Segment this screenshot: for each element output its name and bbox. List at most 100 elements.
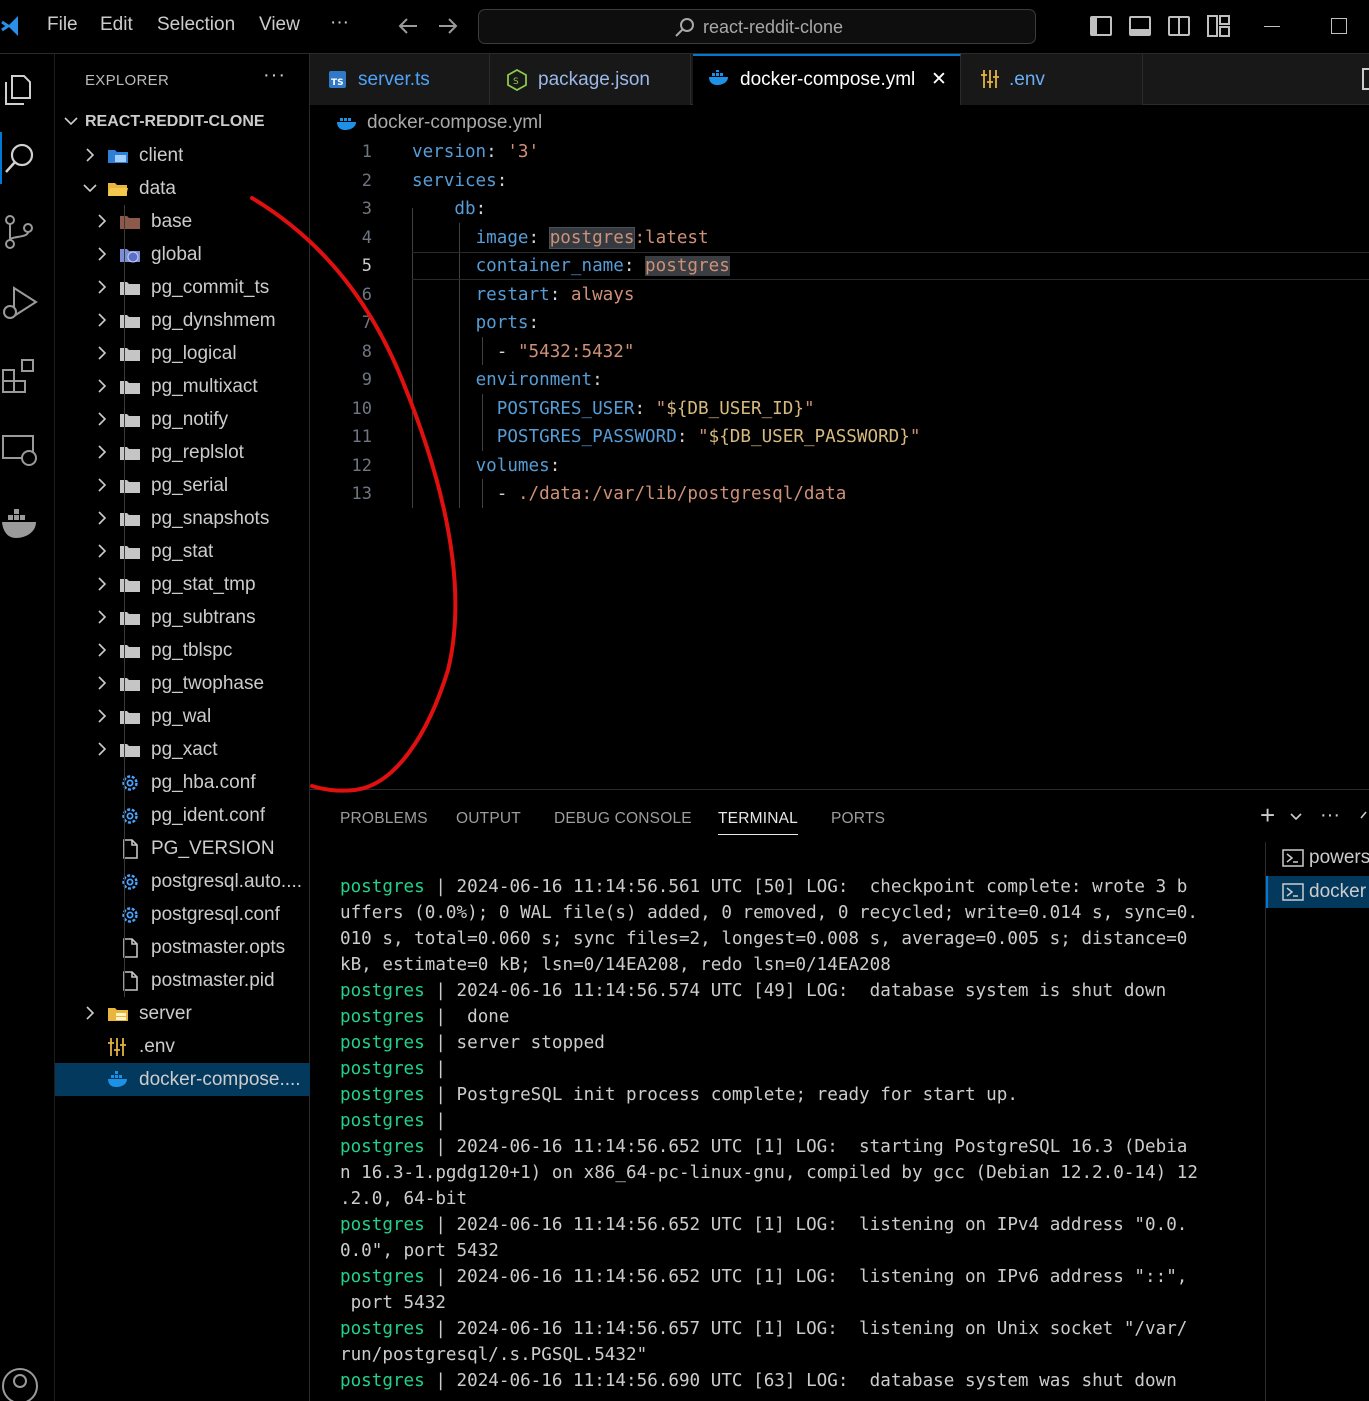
terminal-output[interactable]: postgres | 2024-06-16 11:14:56.561 UTC [… [340,874,1240,1394]
maximize-panel-icon[interactable] [1360,810,1369,820]
tree-item-pg-logical[interactable]: pg_logical [55,337,310,370]
tab-package-json[interactable]: S package.json [490,54,691,105]
tree-item-client[interactable]: client [55,139,310,172]
gear-icon [119,806,141,826]
chevron-down-icon[interactable] [1290,812,1302,822]
tree-item-docker-compose[interactable]: docker-compose.... [55,1063,310,1096]
tree-item-pg-stat[interactable]: pg_stat [55,535,310,568]
chevron-right-icon [83,148,97,162]
back-arrow-icon[interactable] [397,16,419,36]
menu-file[interactable]: File [47,14,78,36]
tree-item-data[interactable]: data [55,172,310,205]
tree-item-pg-serial[interactable]: pg_serial [55,469,310,502]
minimize-button[interactable] [1264,26,1280,27]
panel-more-actions[interactable]: ··· [1320,804,1340,827]
tree-item-pg-multixact[interactable]: pg_multixact [55,370,310,403]
toggle-panel-icon[interactable] [1129,16,1151,36]
terminal-line-prefix: postgres [340,1267,425,1287]
chevron-right-icon [95,379,109,393]
tree-item-pg-ident-conf[interactable]: pg_ident.conf [55,799,310,832]
explorer-more-actions[interactable]: ··· [263,64,286,87]
tab-docker-compose[interactable]: docker-compose.yml ✕ [693,54,961,105]
tree-item-env[interactable]: .env [55,1030,310,1063]
tree-item-pg-notify[interactable]: pg_notify [55,403,310,436]
tree-item-pg-snapshots[interactable]: pg_snapshots [55,502,310,535]
source-control-icon[interactable] [0,210,42,254]
code-editor[interactable]: 1 version: '3' 2 services: 3 db: 4 image… [310,138,1369,788]
remote-explorer-icon[interactable] [0,428,42,472]
tree-item-pg-replslot[interactable]: pg_replslot [55,436,310,469]
menu-edit[interactable]: Edit [100,14,133,36]
tree-item-global[interactable]: global [55,238,310,271]
customize-layout-icon[interactable] [1207,15,1231,37]
search-view-icon[interactable] [0,136,42,180]
tree-item-postgresql-conf[interactable]: postgresql.conf [55,898,310,931]
terminal-line: .2.0, 64-bit [340,1186,1240,1212]
toggle-secondary-sidebar-icon[interactable] [1168,16,1190,36]
terminal-line: run/postgresql/.s.PGSQL.5432" [340,1342,1240,1368]
tree-item-pg-version[interactable]: PG_VERSION [55,832,310,865]
terminal-line-text: | PostgreSQL init process complete; read… [424,1085,1018,1105]
menu-view[interactable]: View [259,14,300,36]
folder-icon [119,641,141,661]
folder-icon [119,212,141,232]
tree-item-pg-tblspc[interactable]: pg_tblspc [55,634,310,667]
tree-item-base[interactable]: base [55,205,310,238]
tree-item-pg-dynshmem[interactable]: pg_dynshmem [55,304,310,337]
tree-root[interactable]: REACT-REDDIT-CLONE [55,105,310,139]
toggle-primary-sidebar-icon[interactable] [1090,16,1112,36]
tree-item-pg-stat-tmp[interactable]: pg_stat_tmp [55,568,310,601]
terminal-line-text: .2.0, 64-bit [340,1189,468,1209]
terminal-line-prefix: postgres [340,1371,425,1391]
extensions-icon[interactable] [0,354,42,398]
breadcrumb-file[interactable]: docker-compose.yml [367,112,542,134]
terminal-line: postgres | 2024-06-16 11:14:56.652 UTC [… [340,1212,1240,1238]
code-line: 4 image: postgres:latest [361,226,709,249]
menu-selection[interactable]: Selection [157,14,235,36]
terminal-line-prefix: postgres [340,1033,425,1053]
tree-item-pg-hba-conf[interactable]: pg_hba.conf [55,766,310,799]
tree-item-label: pg_twophase [151,673,265,694]
run-debug-icon[interactable] [0,282,42,326]
tree-item-pg-twophase[interactable]: pg_twophase [55,667,310,700]
terminal-line: 010 s, total=0.060 s; sync files=2, long… [340,926,1240,952]
terminal-line-text: 010 s, total=0.060 s; sync files=2, long… [340,929,1188,949]
forward-arrow-icon[interactable] [437,16,459,36]
accounts-icon[interactable] [0,1360,42,1401]
docker-icon[interactable] [0,502,42,546]
gear-icon [119,773,141,793]
menu-more[interactable]: ··· [330,12,349,34]
tree-item-pg-commit-ts[interactable]: pg_commit_ts [55,271,310,304]
command-center-search[interactable]: react-reddit-clone [478,9,1036,44]
panel-tab-output[interactable]: OUTPUT [456,810,521,828]
terminal-item-docker[interactable]: docker [1266,876,1369,908]
chevron-right-icon [95,676,109,690]
tree-item-pg-wal[interactable]: pg_wal [55,700,310,733]
panel-tab-debug-console[interactable]: DEBUG CONSOLE [554,810,692,828]
terminal-list: powershell docker [1265,842,1369,1401]
terminal-line-prefix: postgres [340,1085,425,1105]
panel-tab-problems[interactable]: PROBLEMS [340,810,428,828]
maximize-button[interactable] [1331,18,1347,34]
server-folder-icon [107,1004,129,1024]
env-file-icon [107,1037,129,1057]
tree-item-postgresql-auto[interactable]: postgresql.auto.... [55,865,310,898]
chevron-right-icon [95,709,109,723]
tree-item-postmaster-pid[interactable]: postmaster.pid [55,964,310,997]
tree-item-label: postmaster.pid [151,970,275,991]
panel-tab-ports[interactable]: PORTS [831,810,885,828]
tree-item-postmaster-opts[interactable]: postmaster.opts [55,931,310,964]
code-line: 11 POSTGRES_PASSWORD: "${DB_USER_PASSWOR… [351,427,921,447]
tab-server-ts[interactable]: TS server.ts [310,54,490,105]
close-tab-icon[interactable]: ✕ [931,68,947,91]
terminal-item-powershell[interactable]: powershell [1266,842,1369,874]
new-terminal-button[interactable]: + [1260,800,1275,831]
typescript-icon: TS [329,71,346,88]
panel-tab-terminal[interactable]: TERMINAL [718,810,798,835]
tab-env[interactable]: .env [961,54,1143,105]
explorer-icon[interactable] [0,66,42,110]
tree-item-pg-subtrans[interactable]: pg_subtrans [55,601,310,634]
tree-item-server[interactable]: server [55,997,310,1030]
tab-overflow-icon[interactable] [1362,68,1369,90]
tree-item-pg-xact[interactable]: pg_xact [55,733,310,766]
